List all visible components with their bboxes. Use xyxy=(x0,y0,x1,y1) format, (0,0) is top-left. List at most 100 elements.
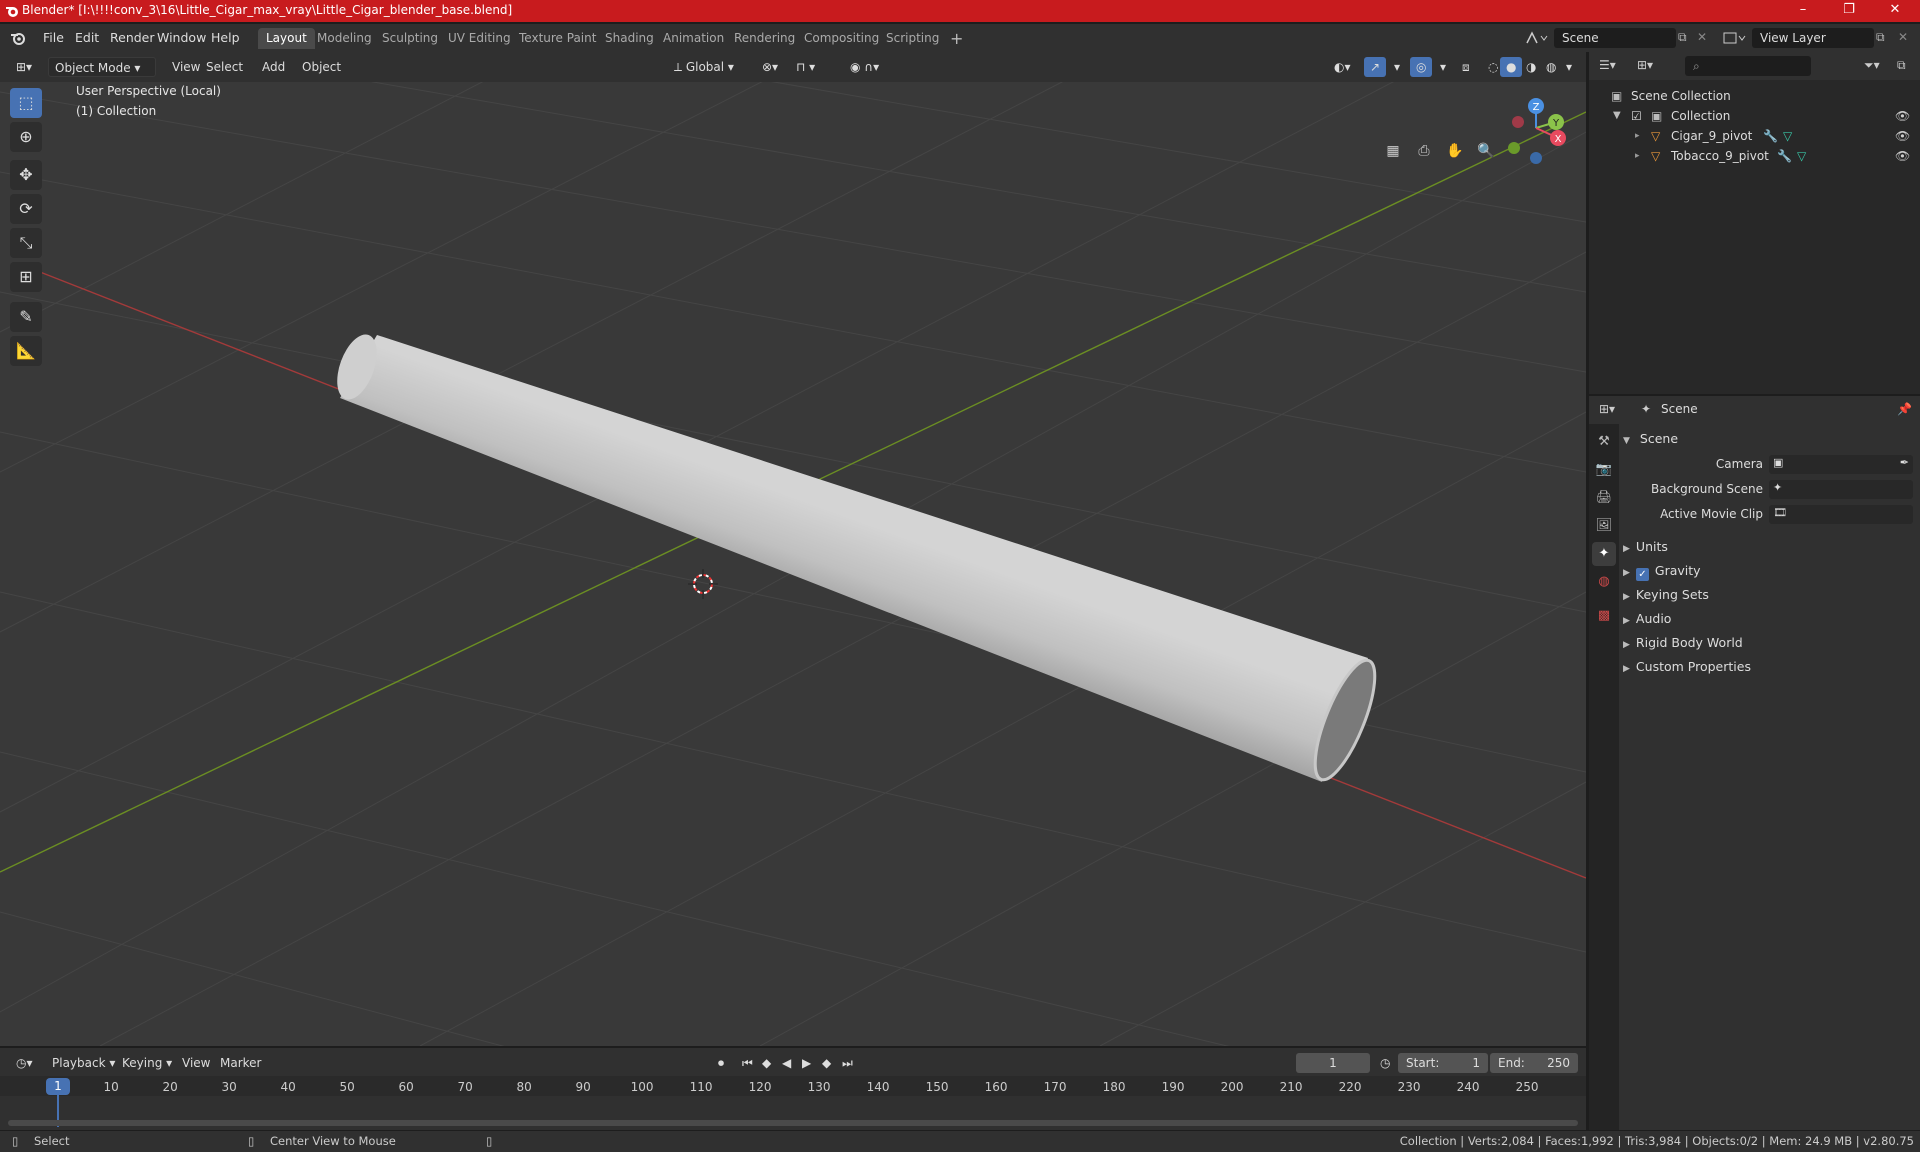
visibility-eye-icon[interactable]: 👁 xyxy=(1895,126,1910,146)
menu-edit[interactable]: Edit xyxy=(68,28,106,48)
eyedropper-icon[interactable]: ✒ xyxy=(1900,456,1909,469)
transform-tool[interactable]: ⊞ xyxy=(10,262,42,292)
3d-viewport[interactable]: Z Y X User Perspective (Local) (1) Colle… xyxy=(0,52,1586,1046)
play-icon[interactable]: ▶ xyxy=(796,1053,817,1073)
measure-tool[interactable]: 📐 xyxy=(10,336,42,366)
gizmo-dropdown-icon[interactable]: ▾ xyxy=(1388,57,1406,77)
gizmo-toggle-icon[interactable]: ↗ xyxy=(1364,57,1387,77)
tab-texture-paint[interactable]: Texture Paint xyxy=(511,28,604,49)
next-keyframe-icon[interactable]: ◆ xyxy=(816,1053,837,1073)
tab-layout[interactable]: Layout xyxy=(258,28,315,49)
blender-menu-icon[interactable] xyxy=(10,31,26,45)
mesh-data-icon[interactable]: ▽ xyxy=(1797,146,1806,166)
timeline-view-menu[interactable]: View xyxy=(176,1053,216,1073)
rotate-tool[interactable]: ⟳ xyxy=(10,194,42,224)
menu-select[interactable]: Select xyxy=(200,57,249,77)
timeline-editor-icon[interactable]: ◷▾ xyxy=(10,1053,39,1073)
marker-menu[interactable]: Marker xyxy=(214,1053,267,1073)
shading-dropdown-icon[interactable]: ▾ xyxy=(1560,57,1578,77)
delete-scene-icon[interactable]: ✕ xyxy=(1697,30,1707,44)
filter-icon[interactable]: ⏷▾ xyxy=(1864,58,1880,73)
object-mode-dropdown[interactable]: Object Mode ▾ xyxy=(48,57,156,77)
output-tab-icon[interactable]: 🖨 xyxy=(1592,486,1616,510)
gravity-panel-header[interactable]: ▶ ✓ Gravity xyxy=(1623,560,1920,582)
prev-keyframe-icon[interactable]: ◆ xyxy=(756,1053,777,1073)
3d-cursor-icon[interactable] xyxy=(688,569,718,599)
new-collection-icon[interactable]: ⧉ xyxy=(1897,58,1906,73)
outliner-search-input[interactable]: ⌕ xyxy=(1685,56,1811,76)
tab-sculpting[interactable]: Sculpting xyxy=(374,28,446,49)
camera-field[interactable]: ▣ ✒ xyxy=(1769,455,1913,474)
tab-animation[interactable]: Animation xyxy=(655,28,732,49)
navigation-gizmo[interactable]: Z Y X xyxy=(1508,98,1566,164)
record-icon[interactable]: ⏺ xyxy=(712,1053,730,1073)
pin-icon[interactable]: 📌 xyxy=(1897,402,1912,416)
menu-add[interactable]: Add xyxy=(256,57,291,77)
display-mode-icon[interactable]: ⊞▾ xyxy=(1637,58,1653,72)
toggle-grid-icon[interactable]: ▦ xyxy=(1380,138,1406,164)
scale-tool[interactable]: ⤡ xyxy=(10,228,42,258)
clock-icon[interactable]: ◷ xyxy=(1374,1053,1396,1073)
menu-help[interactable]: Help xyxy=(204,28,247,48)
outliner-editor-icon[interactable]: ☰▾ xyxy=(1599,58,1616,72)
modifier-wrench-icon[interactable]: 🔧 xyxy=(1763,126,1778,146)
pan-hand-icon[interactable]: ✋ xyxy=(1442,138,1468,164)
delete-view-layer-icon[interactable]: ✕ xyxy=(1898,30,1908,44)
start-frame-field[interactable]: Start: 1 xyxy=(1398,1053,1488,1073)
add-workspace-icon[interactable]: + xyxy=(942,28,971,49)
mesh-data-icon[interactable]: ▽ xyxy=(1783,126,1792,146)
maximize-button[interactable]: ❐ xyxy=(1826,0,1872,22)
scene-tab-icon[interactable]: ✦ xyxy=(1592,542,1616,566)
camera-view-icon[interactable]: ⎙ xyxy=(1411,138,1437,164)
pivot-point-icon[interactable]: ⊗▾ xyxy=(756,57,784,77)
visibility-eye-icon[interactable]: 👁 xyxy=(1895,146,1910,166)
outliner-row-object[interactable]: ▸ ▽ Tobacco_9_pivot 🔧 ▽ 👁 xyxy=(1589,146,1920,166)
move-tool[interactable]: ✥ xyxy=(10,160,42,190)
orientation-dropdown[interactable]: ⟂ Global ▾ xyxy=(668,57,740,77)
snap-icon[interactable]: ⊓ ▾ xyxy=(790,57,821,77)
exclude-checkbox[interactable]: ☑ xyxy=(1631,106,1642,126)
cigar-mesh[interactable] xyxy=(329,329,1386,786)
expand-arrow-icon[interactable]: ▸ xyxy=(1635,126,1640,146)
expand-arrow-icon[interactable]: ▸ xyxy=(1635,146,1640,166)
scene-panel-header[interactable]: ▼ Scene xyxy=(1623,428,1920,450)
annotate-tool[interactable]: ✎ xyxy=(10,302,42,332)
properties-editor-icon[interactable]: ⊞▾ xyxy=(1599,402,1615,416)
background-scene-field[interactable]: ✦ xyxy=(1769,480,1913,499)
keying-menu[interactable]: Keying ▾ xyxy=(116,1053,178,1073)
end-frame-field[interactable]: End: 250 xyxy=(1490,1053,1578,1073)
active-movie-clip-field[interactable]: 🎞 xyxy=(1769,505,1913,524)
keying-sets-panel-header[interactable]: ▶ Keying Sets xyxy=(1623,584,1920,606)
scene-selector-icon[interactable] xyxy=(1524,30,1550,46)
minimize-button[interactable]: – xyxy=(1780,0,1826,22)
outliner-row-scene-collection[interactable]: ▣ Scene Collection xyxy=(1589,86,1920,106)
playhead-frame-indicator[interactable]: 1 xyxy=(46,1078,70,1095)
menu-object[interactable]: Object xyxy=(296,57,347,77)
visibility-icon[interactable]: ◐▾ xyxy=(1328,57,1357,77)
units-panel-header[interactable]: ▶ Units xyxy=(1623,536,1920,558)
new-view-layer-icon[interactable]: ⧉ xyxy=(1876,30,1885,45)
overlay-toggle-icon[interactable]: ◎ xyxy=(1410,57,1433,77)
xray-icon[interactable]: ⧈ xyxy=(1456,57,1476,77)
tab-scripting[interactable]: Scripting xyxy=(878,28,947,49)
menu-file[interactable]: File xyxy=(36,28,71,48)
custom-properties-panel-header[interactable]: ▶ Custom Properties xyxy=(1623,656,1920,678)
playback-menu[interactable]: Playback ▾ xyxy=(46,1053,121,1073)
play-reverse-icon[interactable]: ◀ xyxy=(776,1053,797,1073)
zoom-icon[interactable]: 🔍 xyxy=(1473,138,1499,164)
tab-uv-editing[interactable]: UV Editing xyxy=(440,28,519,49)
close-window-button[interactable]: ✕ xyxy=(1872,0,1918,22)
cursor-tool[interactable]: ⊕ xyxy=(10,122,42,152)
audio-panel-header[interactable]: ▶ Audio xyxy=(1623,608,1920,630)
current-frame-field[interactable]: 1 xyxy=(1296,1053,1370,1073)
expand-arrow-icon[interactable]: ▼ xyxy=(1613,106,1621,126)
timeline-scrollbar[interactable] xyxy=(8,1120,1578,1126)
texture-tab-icon[interactable]: ▩ xyxy=(1592,604,1616,628)
outliner-row-collection[interactable]: ▼ ☑ ▣ Collection 👁 xyxy=(1589,106,1920,126)
select-box-tool[interactable]: ⬚ xyxy=(10,88,42,118)
render-tab-icon[interactable]: 📷 xyxy=(1592,458,1616,482)
tab-shading[interactable]: Shading xyxy=(597,28,662,49)
editor-type-icon[interactable]: ⊞▾ xyxy=(10,57,38,77)
jump-end-icon[interactable]: ⏭ xyxy=(836,1053,859,1073)
view-layer-field[interactable]: View Layer xyxy=(1752,28,1874,48)
